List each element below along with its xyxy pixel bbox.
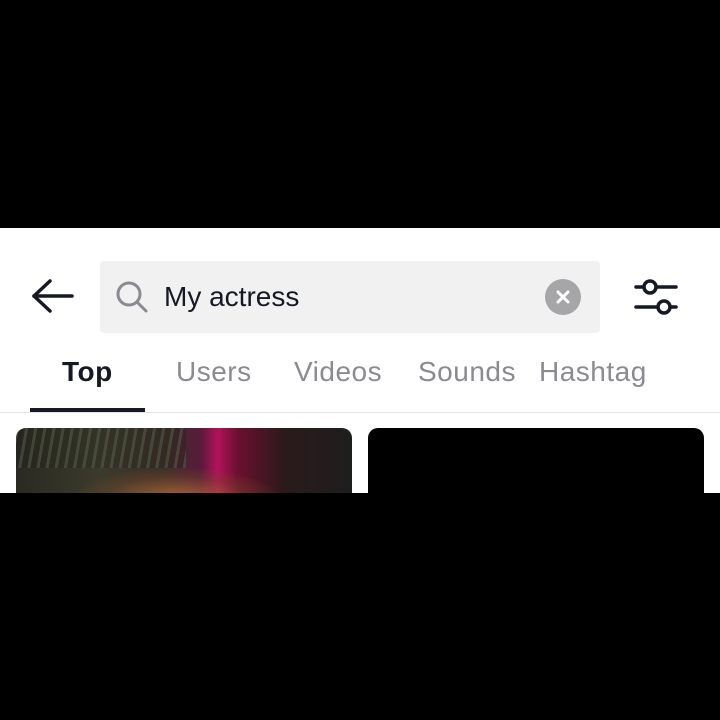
tab-sounds[interactable]: Sounds	[418, 356, 516, 396]
clear-icon	[556, 290, 570, 304]
back-button[interactable]	[26, 274, 78, 318]
clear-search-button[interactable]	[545, 279, 581, 315]
search-bar[interactable]	[100, 261, 600, 333]
tab-users[interactable]: Users	[176, 356, 252, 396]
arrow-left-icon	[32, 279, 74, 313]
filter-button[interactable]	[630, 274, 682, 320]
search-icon	[116, 281, 148, 313]
thumbnail-highlight	[76, 468, 276, 493]
search-input[interactable]	[164, 277, 534, 317]
thumbnail-texture	[16, 428, 186, 468]
active-tab-indicator	[30, 408, 145, 412]
video-thumbnail[interactable]	[368, 428, 704, 493]
search-results-screen: Top Users Videos Sounds Hashtag	[0, 228, 720, 493]
video-thumbnail[interactable]	[16, 428, 352, 493]
filter-sliders-icon	[634, 279, 678, 315]
video-frame: Top Users Videos Sounds Hashtag	[0, 0, 720, 720]
tab-hashtag[interactable]: Hashtag	[539, 356, 647, 396]
search-tabs: Top Users Videos Sounds Hashtag	[0, 346, 720, 413]
tab-videos[interactable]: Videos	[294, 356, 382, 396]
results-grid	[0, 428, 720, 493]
search-header	[0, 260, 720, 334]
tab-top[interactable]: Top	[62, 356, 113, 396]
